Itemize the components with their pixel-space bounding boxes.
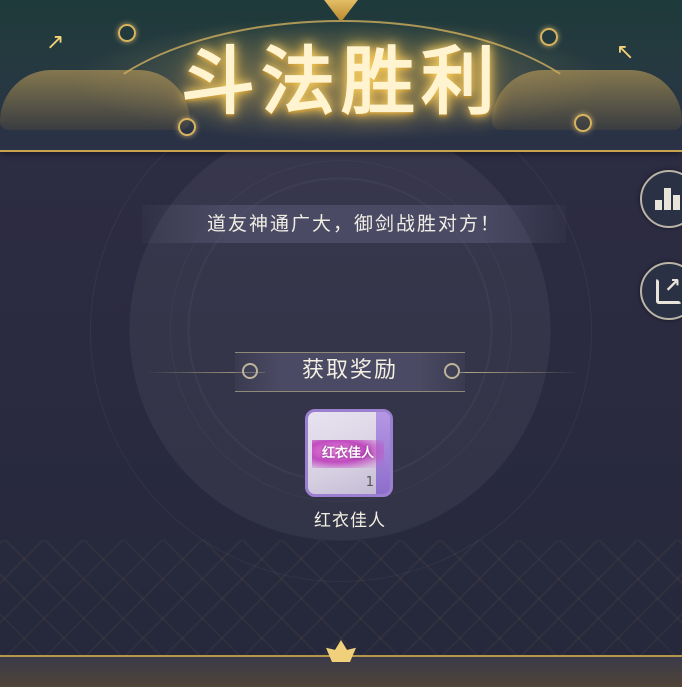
victory-message: 道友神通广大，御剑战胜对方！ bbox=[142, 205, 566, 243]
bar-chart-icon bbox=[655, 186, 681, 210]
share-arrow-icon: ↗ bbox=[664, 273, 681, 297]
reward-heading: 获取奖励 bbox=[301, 358, 398, 383]
victory-title: 斗法胜利 bbox=[181, 39, 501, 125]
item-name: 红衣佳人 bbox=[314, 511, 386, 531]
crest-ornament bbox=[318, 0, 364, 22]
divider-line bbox=[460, 372, 580, 373]
reward-item[interactable]: 红衣佳人 1 bbox=[305, 409, 393, 497]
item-count: 1 bbox=[365, 475, 374, 490]
decor-lattice bbox=[0, 540, 682, 655]
item-icon-title: 红衣佳人 bbox=[312, 440, 384, 468]
victory-banner: ↗ ↖ 斗法胜利 bbox=[0, 0, 682, 152]
